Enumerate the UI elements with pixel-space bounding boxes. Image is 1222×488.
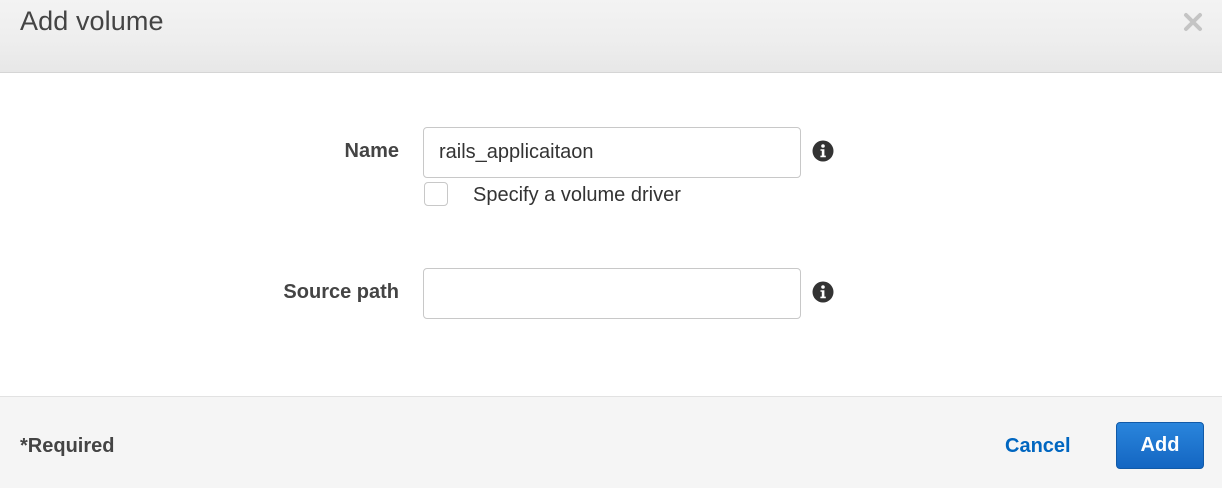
required-note: *Required bbox=[20, 435, 115, 457]
dialog-footer: *Required Cancel Add bbox=[0, 396, 1222, 488]
close-icon[interactable] bbox=[1181, 10, 1205, 34]
dialog-body: Name Specify a volume driver Source path bbox=[0, 73, 1222, 396]
cancel-button[interactable]: Cancel bbox=[1005, 435, 1071, 458]
source-path-label: Source path bbox=[283, 281, 399, 303]
name-input[interactable] bbox=[423, 127, 801, 178]
name-label: Name bbox=[344, 140, 399, 162]
volume-driver-label[interactable]: Specify a volume driver bbox=[473, 184, 681, 207]
name-info-icon[interactable] bbox=[812, 140, 834, 162]
dialog-header: Add volume bbox=[0, 0, 1222, 73]
dialog-title: Add volume bbox=[20, 6, 164, 36]
source-path-info-icon[interactable] bbox=[812, 281, 834, 303]
source-path-input[interactable] bbox=[423, 268, 801, 319]
add-button[interactable]: Add bbox=[1116, 422, 1204, 469]
add-volume-dialog: Add volume Name Specify a volume driver … bbox=[0, 0, 1222, 488]
volume-driver-checkbox[interactable] bbox=[424, 182, 448, 206]
